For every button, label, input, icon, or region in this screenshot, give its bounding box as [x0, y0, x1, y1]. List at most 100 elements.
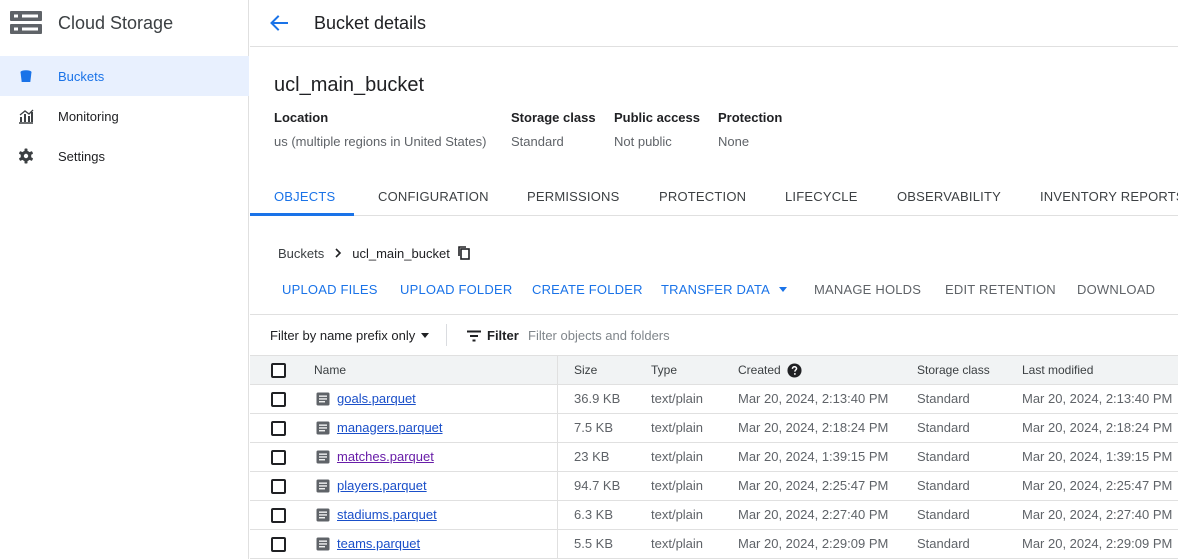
breadcrumb-current: ucl_main_bucket [352, 245, 450, 261]
upload-files-button[interactable]: UPLOAD FILES [282, 282, 378, 297]
object-created: Mar 20, 2024, 2:13:40 PM [738, 391, 889, 406]
row-checkbox[interactable] [271, 537, 286, 552]
object-size: 94.7 KB [574, 478, 621, 493]
object-name-link[interactable]: players.parquet [337, 478, 427, 493]
copy-icon[interactable] [456, 245, 472, 261]
object-last-modified: Mar 20, 2024, 2:29:09 PM [1022, 536, 1173, 551]
breadcrumb-buckets-link[interactable]: Buckets [278, 246, 324, 261]
sidebar-item-label: Buckets [58, 68, 105, 84]
bucket-name: ucl_main_bucket [274, 74, 425, 96]
object-name-link[interactable]: matches.parquet [337, 449, 434, 464]
tab-permissions[interactable]: PERMISSIONS [527, 180, 620, 215]
object-size: 6.3 KB [574, 507, 614, 522]
dropdown-caret-icon [779, 287, 788, 292]
transfer-data-label: TRANSFER DATA [661, 282, 771, 297]
tab-observability[interactable]: OBSERVABILITY [897, 180, 1001, 215]
table-row: managers.parquet 7.5 KB text/plain Mar 2… [250, 414, 1178, 443]
info-label: Location [274, 110, 329, 125]
info-value: us (multiple regions in United States) [274, 134, 487, 149]
sidebar-item-buckets[interactable]: Buckets [0, 56, 249, 96]
object-name-link[interactable]: teams.parquet [337, 536, 420, 551]
object-last-modified: Mar 20, 2024, 2:27:40 PM [1022, 507, 1173, 522]
file-icon [316, 421, 330, 435]
download-button[interactable]: DOWNLOAD [1077, 282, 1155, 297]
object-storage-class: Standard [917, 478, 970, 493]
column-header-type[interactable]: Type [651, 363, 677, 377]
file-icon [316, 537, 330, 551]
tab-protection[interactable]: PROTECTION [659, 180, 746, 215]
info-protection: Protection None [718, 110, 782, 149]
sidebar: Cloud Storage Buckets Monitoring Setting… [0, 0, 249, 559]
object-size: 5.5 KB [574, 536, 614, 551]
filter-input[interactable] [528, 324, 928, 346]
column-header-last-modified[interactable]: Last modified [1022, 363, 1093, 377]
filter-mode-select[interactable]: Filter by name prefix only [270, 328, 430, 343]
table-row: goals.parquet 36.9 KB text/plain Mar 20,… [250, 385, 1178, 414]
column-divider [557, 414, 558, 442]
column-header-size[interactable]: Size [574, 363, 597, 377]
divider [446, 324, 447, 346]
row-checkbox[interactable] [271, 392, 286, 407]
object-created: Mar 20, 2024, 2:18:24 PM [738, 420, 889, 435]
object-created: Mar 20, 2024, 2:29:09 PM [738, 536, 889, 551]
object-size: 7.5 KB [574, 420, 614, 435]
object-storage-class: Standard [917, 507, 970, 522]
select-all-checkbox[interactable] [271, 363, 286, 378]
upload-folder-button[interactable]: UPLOAD FOLDER [400, 282, 512, 297]
row-checkbox[interactable] [271, 479, 286, 494]
object-storage-class: Standard [917, 420, 970, 435]
column-header-storage-class[interactable]: Storage class [917, 363, 990, 377]
transfer-data-button[interactable]: TRANSFER DATA [661, 282, 788, 297]
object-name-link[interactable]: goals.parquet [337, 391, 416, 406]
object-storage-class: Standard [917, 391, 970, 406]
object-storage-class: Standard [917, 536, 970, 551]
object-type: text/plain [651, 449, 704, 464]
tab-inventory-reports[interactable]: INVENTORY REPORTS [1040, 180, 1178, 215]
table-row: teams.parquet 5.5 KB text/plain Mar 20, … [250, 530, 1178, 559]
info-public-access: Public access Not public [614, 110, 700, 149]
top-bar: Bucket details [250, 0, 1178, 47]
create-folder-button[interactable]: CREATE FOLDER [532, 282, 643, 297]
sidebar-header: Cloud Storage [0, 0, 248, 46]
column-divider [557, 530, 558, 558]
help-icon[interactable] [787, 363, 802, 378]
row-checkbox[interactable] [271, 450, 286, 465]
monitoring-chart-icon [19, 109, 34, 124]
sidebar-item-label: Monitoring [58, 108, 119, 124]
filter-label: Filter [487, 328, 519, 343]
product-title: Cloud Storage [58, 12, 174, 33]
active-tab-indicator [250, 213, 354, 216]
object-type: text/plain [651, 420, 704, 435]
tab-objects[interactable]: OBJECTS [274, 180, 335, 215]
info-value: None [718, 134, 750, 149]
table-row: matches.parquet 23 KB text/plain Mar 20,… [250, 443, 1178, 472]
back-arrow-icon[interactable] [268, 12, 290, 34]
edit-retention-button[interactable]: EDIT RETENTION [945, 282, 1056, 297]
column-divider [557, 385, 558, 413]
manage-holds-button[interactable]: MANAGE HOLDS [814, 282, 921, 297]
filter-bar: Filter by name prefix only Filter [250, 314, 1178, 355]
object-name-link[interactable]: managers.parquet [337, 420, 443, 435]
table-header: Name Size Type Created Storage class Las… [250, 355, 1178, 385]
tab-bar: OBJECTS CONFIGURATION PERMISSIONS PROTEC… [250, 180, 1178, 216]
row-checkbox[interactable] [271, 508, 286, 523]
object-created: Mar 20, 2024, 1:39:15 PM [738, 449, 889, 464]
gear-icon [19, 148, 33, 164]
table-row: players.parquet 94.7 KB text/plain Mar 2… [250, 472, 1178, 501]
column-header-created[interactable]: Created [738, 363, 781, 377]
sidebar-item-settings[interactable]: Settings [0, 136, 249, 176]
column-header-name[interactable]: Name [314, 363, 346, 377]
info-value: Standard [511, 134, 564, 149]
cloud-storage-logo-icon [10, 11, 42, 34]
file-icon [316, 508, 330, 522]
object-last-modified: Mar 20, 2024, 2:25:47 PM [1022, 478, 1173, 493]
file-icon [316, 479, 330, 493]
object-name-link[interactable]: stadiums.parquet [337, 507, 437, 522]
tab-configuration[interactable]: CONFIGURATION [378, 180, 489, 215]
tab-lifecycle[interactable]: LIFECYCLE [785, 180, 858, 215]
row-checkbox[interactable] [271, 421, 286, 436]
column-divider [557, 472, 558, 500]
object-size: 36.9 KB [574, 391, 621, 406]
objects-table: Name Size Type Created Storage class Las… [250, 355, 1178, 559]
sidebar-item-monitoring[interactable]: Monitoring [0, 96, 249, 136]
